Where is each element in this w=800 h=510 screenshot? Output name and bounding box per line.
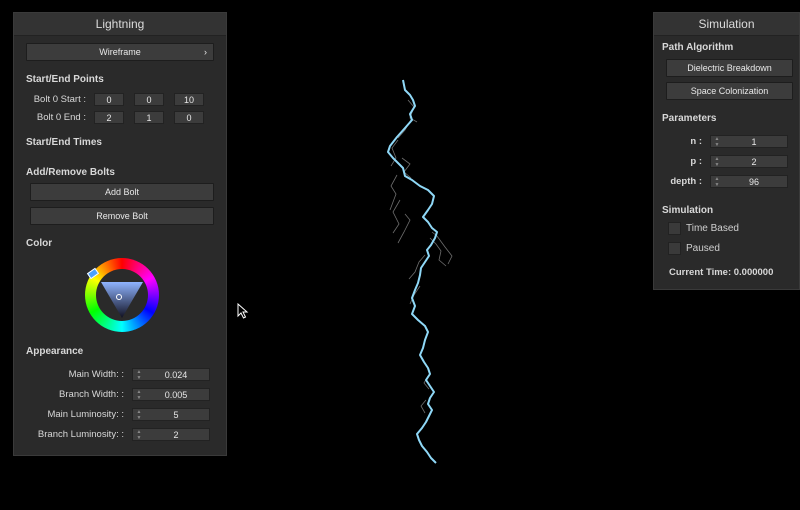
p-value: 2 (751, 157, 757, 167)
space-colonization-button[interactable]: Space Colonization (666, 82, 793, 100)
main-width-field[interactable]: ▲ ▼ 0.024 (132, 368, 210, 381)
paused-label: Paused (686, 243, 720, 254)
dielectric-breakdown-button[interactable]: Dielectric Breakdown (666, 59, 793, 77)
bolt-end-z[interactable]: 0 (174, 111, 204, 124)
spinner-arrows-icon[interactable]: ▲ ▼ (136, 389, 142, 401)
main-luminosity-field[interactable]: ▲ ▼ 5 (132, 408, 210, 421)
depth-field[interactable]: ▲ ▼ 96 (710, 175, 788, 188)
depth-label: depth : (670, 176, 702, 187)
main-width-label: Main Width: : (68, 369, 124, 380)
bolt-end-label: Bolt 0 End : (36, 112, 86, 123)
main-width-value: 0.024 (164, 370, 188, 380)
spinner-arrows-icon[interactable]: ▲ ▼ (136, 409, 142, 421)
n-label: n : (690, 136, 702, 147)
n-field[interactable]: ▲ ▼ 1 (710, 135, 788, 148)
time-based-label: Time Based (686, 223, 739, 234)
simulation-panel-title: Simulation (654, 13, 799, 36)
simulation-panel: Simulation Path Algorithm Dielectric Bre… (653, 12, 800, 290)
time-based-checkbox[interactable] (668, 222, 681, 235)
bolt-start-z[interactable]: 10 (174, 93, 204, 106)
branch-luminosity-value: 2 (173, 430, 179, 440)
paused-checkbox[interactable] (668, 242, 681, 255)
p-field[interactable]: ▲ ▼ 2 (710, 155, 788, 168)
render-mode-value: Wireframe (99, 47, 141, 57)
mouse-cursor-icon (237, 303, 249, 319)
bolt-start-x[interactable]: 0 (94, 93, 124, 106)
appearance-heading: Appearance (26, 346, 84, 357)
remove-bolt-button[interactable]: Remove Bolt (30, 207, 214, 225)
path-algorithm-heading: Path Algorithm (662, 42, 734, 53)
bolt-end-x[interactable]: 2 (94, 111, 124, 124)
spinner-arrows-icon[interactable]: ▲ ▼ (714, 136, 720, 148)
bolt-start-y[interactable]: 0 (134, 93, 164, 106)
lightning-panel-title: Lightning (14, 13, 226, 36)
color-wheel[interactable] (85, 258, 159, 332)
lightning-main-path (387, 79, 438, 464)
start-end-times-heading: Start/End Times (26, 137, 102, 148)
branch-width-field[interactable]: ▲ ▼ 0.005 (132, 388, 210, 401)
color-heading: Color (26, 238, 53, 249)
chevron-right-icon: › (204, 47, 207, 57)
branch-luminosity-field[interactable]: ▲ ▼ 2 (132, 428, 210, 441)
lightning-panel: Lightning Wireframe › Start/End Points B… (13, 12, 227, 456)
spinner-arrows-icon[interactable]: ▲ ▼ (714, 156, 720, 168)
bolt-start-label: Bolt 0 Start : (33, 94, 86, 105)
depth-value: 96 (748, 177, 759, 187)
branch-width-value: 0.005 (164, 390, 188, 400)
main-luminosity-label: Main Luminosity: : (47, 409, 124, 420)
current-time-readout: Current Time: 0.000000 (669, 267, 774, 278)
spinner-arrows-icon[interactable]: ▲ ▼ (136, 369, 142, 381)
add-remove-bolts-heading: Add/Remove Bolts (26, 167, 115, 178)
spinner-arrows-icon[interactable]: ▲ ▼ (136, 429, 142, 441)
bolt-end-y[interactable]: 1 (134, 111, 164, 124)
parameters-heading: Parameters (662, 113, 717, 124)
lightning-branches (389, 99, 453, 414)
spinner-arrows-icon[interactable]: ▲ ▼ (714, 176, 720, 188)
render-mode-dropdown[interactable]: Wireframe › (26, 43, 214, 61)
branch-width-label: Branch Width: : (59, 389, 124, 400)
branch-luminosity-label: Branch Luminosity: : (37, 429, 124, 440)
n-value: 1 (751, 137, 757, 147)
main-luminosity-value: 5 (173, 410, 179, 420)
start-end-points-heading: Start/End Points (26, 74, 104, 85)
add-bolt-button[interactable]: Add Bolt (30, 183, 214, 201)
p-label: p : (690, 156, 702, 167)
simulation-heading: Simulation (662, 205, 714, 216)
